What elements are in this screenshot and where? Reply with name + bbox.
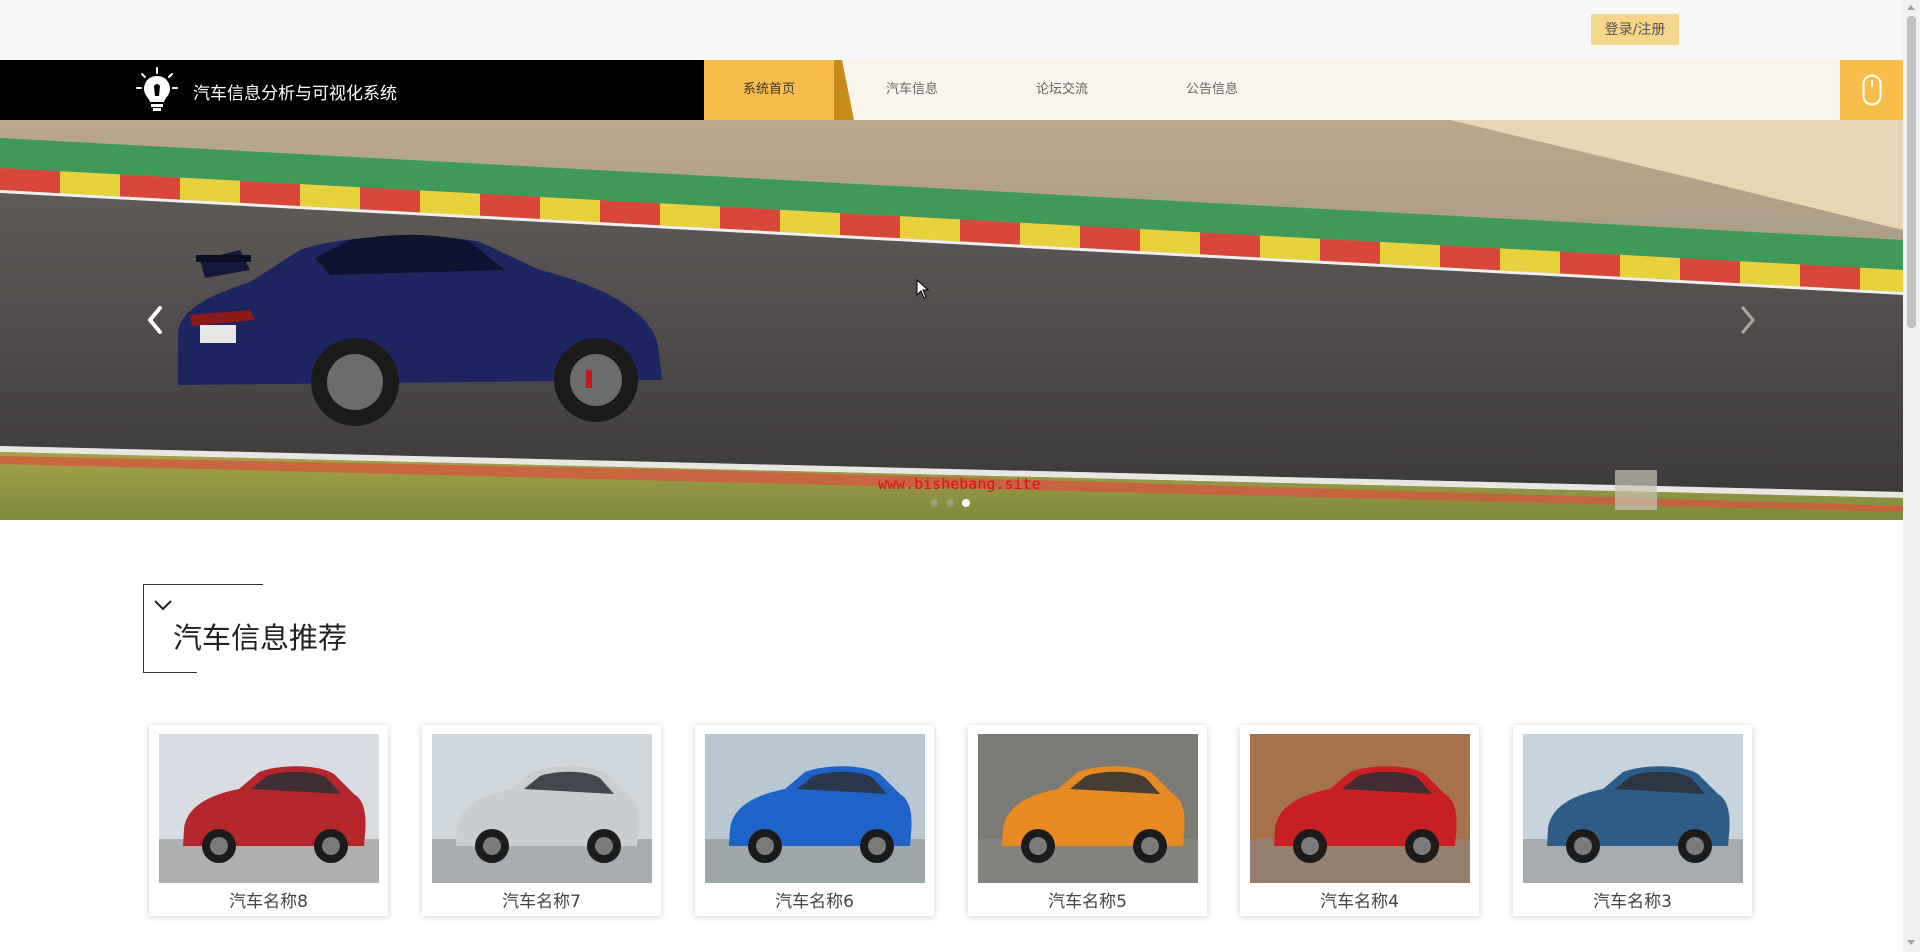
top-utility-bar: 登录/注册	[0, 0, 1903, 60]
carousel-next-button[interactable]	[1733, 298, 1763, 342]
car-card[interactable]: 汽车名称6	[695, 725, 934, 916]
carousel-dot-2[interactable]	[946, 499, 954, 507]
car-name[interactable]: 汽车名称7	[422, 887, 661, 912]
car-card[interactable]: 汽车名称3	[1513, 725, 1752, 916]
car-card[interactable]: 汽车名称7	[422, 725, 661, 916]
hero-carousel[interactable]: www.bishebang.site	[0, 120, 1903, 520]
scroll-down-arrow-icon[interactable]	[1907, 940, 1915, 945]
car-thumbnail[interactable]	[1250, 734, 1470, 883]
banner-watermark: www.bishebang.site	[878, 475, 1041, 493]
carousel-dot-1[interactable]	[930, 499, 938, 507]
car-name[interactable]: 汽车名称5	[968, 887, 1207, 912]
lightbulb-logo-icon	[136, 67, 178, 111]
section-frame-bottom	[143, 672, 197, 673]
login-register-button[interactable]: 登录/注册	[1591, 14, 1679, 45]
carousel-dot-3[interactable]	[962, 499, 970, 507]
page-scrollbar[interactable]	[1903, 0, 1920, 952]
carousel-prev-button[interactable]	[140, 298, 170, 342]
mouse-cursor-icon	[916, 279, 930, 299]
nav-active-divider	[834, 60, 854, 120]
chevron-down-icon	[154, 600, 172, 611]
scrollbar-thumb[interactable]	[1907, 16, 1916, 328]
nav-item-home[interactable]: 系统首页	[704, 60, 834, 120]
car-name[interactable]: 汽车名称6	[695, 887, 934, 912]
car-name[interactable]: 汽车名称8	[149, 887, 388, 912]
carousel-indicators	[930, 499, 978, 509]
car-name[interactable]: 汽车名称4	[1240, 887, 1479, 912]
car-card[interactable]: 汽车名称5	[968, 725, 1207, 916]
section-title: 汽车信息推荐	[173, 621, 348, 655]
brand-area: 汽车信息分析与可视化系统	[0, 60, 704, 120]
site-title: 汽车信息分析与可视化系统	[193, 84, 397, 104]
car-thumbnail[interactable]	[705, 734, 925, 883]
nav-side-button[interactable]	[1840, 60, 1903, 120]
car-thumbnail[interactable]	[978, 734, 1198, 883]
nav-item-car-info[interactable]: 汽车信息	[862, 60, 962, 120]
nav-item-announcements[interactable]: 公告信息	[1162, 60, 1262, 120]
mouse-icon	[1862, 74, 1882, 106]
car-thumbnail[interactable]	[159, 734, 379, 883]
nav-item-forum[interactable]: 论坛交流	[1012, 60, 1112, 120]
car-thumbnail[interactable]	[1523, 734, 1743, 883]
car-card[interactable]: 汽车名称8	[149, 725, 388, 916]
banner-image	[0, 120, 1903, 520]
car-thumbnail[interactable]	[432, 734, 652, 883]
car-name[interactable]: 汽车名称3	[1513, 887, 1752, 912]
car-card[interactable]: 汽车名称4	[1240, 725, 1479, 916]
scroll-up-arrow-icon[interactable]	[1907, 5, 1915, 10]
main-navigation: 汽车信息分析与可视化系统 系统首页 汽车信息 论坛交流 公告信息	[0, 60, 1903, 120]
